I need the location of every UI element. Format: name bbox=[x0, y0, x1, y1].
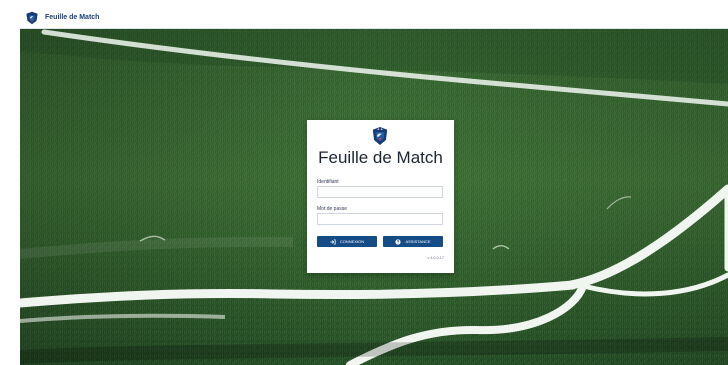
assistance-button[interactable]: ASSISTANCE bbox=[383, 236, 443, 247]
version-text: v 4.0.0.17 bbox=[427, 256, 444, 260]
fff-logo-icon bbox=[26, 11, 38, 25]
login-button[interactable]: CONNEXION bbox=[317, 236, 377, 247]
login-title: Feuille de Match bbox=[318, 148, 443, 167]
app-title: Feuille de Match bbox=[45, 14, 100, 21]
top-bar: Feuille de Match bbox=[20, 8, 728, 29]
login-card: Feuille de Match Identifiant Mot de pass… bbox=[307, 120, 454, 273]
fff-logo-icon bbox=[372, 127, 388, 145]
username-label: Identifiant bbox=[317, 179, 339, 185]
login-button-label: CONNEXION bbox=[339, 239, 365, 244]
assistance-button-label: ASSISTANCE bbox=[405, 239, 431, 244]
password-input[interactable] bbox=[317, 213, 443, 225]
password-label: Mot de passe bbox=[317, 206, 348, 212]
username-input[interactable] bbox=[317, 186, 443, 198]
sign-in-icon bbox=[330, 239, 336, 244]
question-circle-icon bbox=[395, 238, 402, 245]
application-screen: Feuille de Match Feuille de Match Identi… bbox=[20, 8, 728, 365]
